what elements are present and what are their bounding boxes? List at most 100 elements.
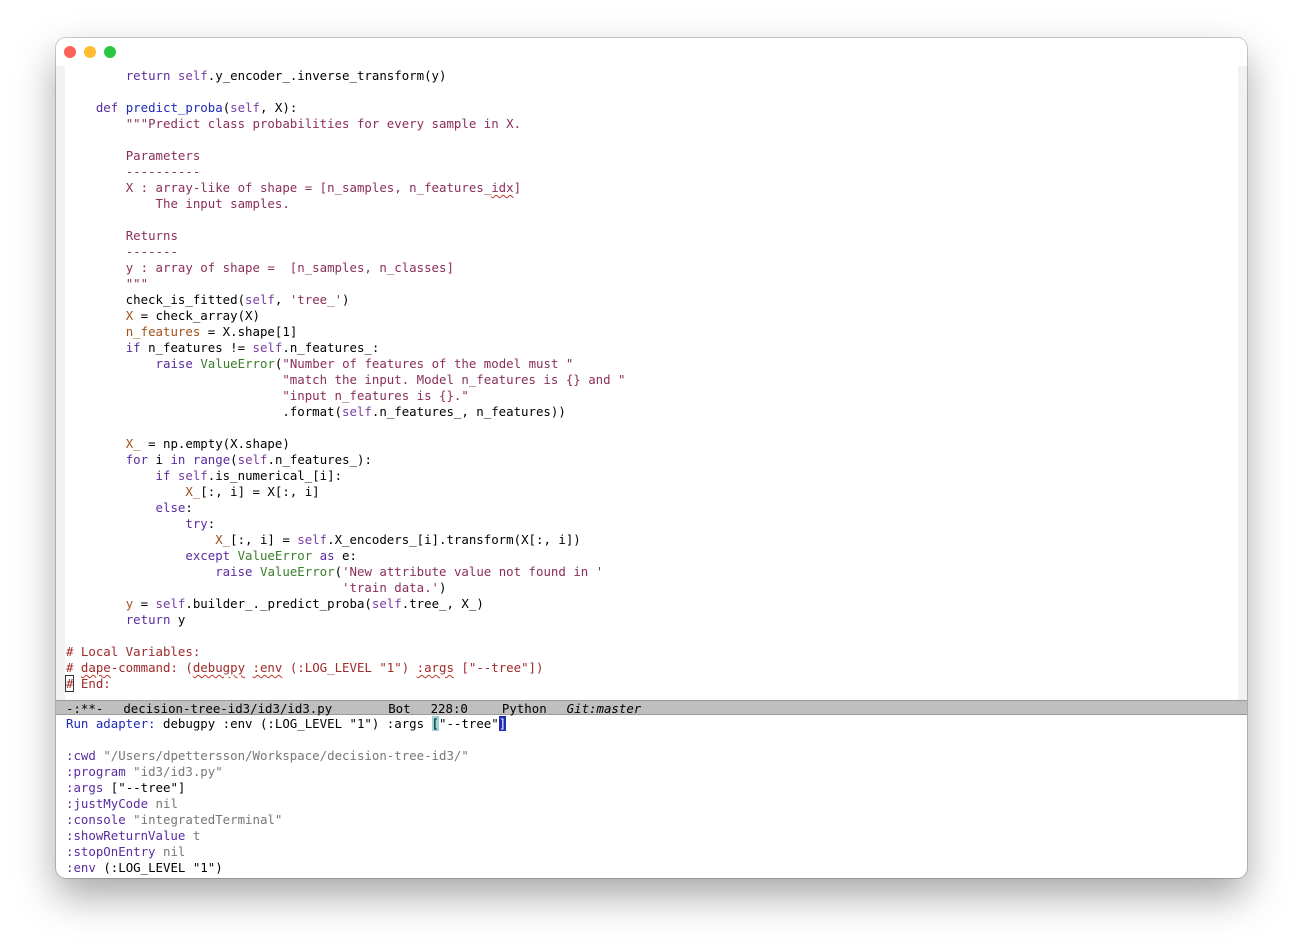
completion-item[interactable]: :console "integratedTerminal"	[66, 812, 1236, 828]
code-line[interactable]: X_[:, i] = X[:, i]	[66, 484, 1236, 500]
code-token: self	[177, 468, 208, 483]
code-line[interactable]: def predict_proba(self, X):	[66, 100, 1236, 116]
close-button[interactable]	[64, 46, 76, 58]
code-line[interactable]: X_ = np.empty(X.shape)	[66, 436, 1236, 452]
code-line[interactable]: .format(self.n_features_, n_features))	[66, 404, 1236, 420]
code-line[interactable]: -------	[66, 244, 1236, 260]
code-line[interactable]	[66, 212, 1236, 228]
code-editor[interactable]: return self .y_encoder_.inverse_transform…	[64, 68, 1236, 702]
code-token: dape	[80, 660, 111, 675]
code-line[interactable]: X : array-like of shape = [n_samples, n_…	[66, 180, 1236, 196]
code-token: (:LOG_LEVEL "1")	[282, 660, 417, 675]
code-token: ]	[513, 180, 522, 195]
code-line[interactable]: y = self.builder_._predict_proba(self.tr…	[66, 596, 1236, 612]
code-line[interactable]: The input samples.	[66, 196, 1236, 212]
code-line[interactable]: else:	[66, 500, 1236, 516]
code-token: :args	[416, 660, 454, 675]
code-token: in	[170, 452, 186, 467]
bracket-highlight-open: [	[431, 716, 440, 731]
code-line[interactable]: X = check_array(X)	[66, 308, 1236, 324]
modeline-buffer-name[interactable]: decision-tree-id3/id3/id3.py	[123, 701, 332, 716]
code-line[interactable]: except ValueError as e:	[66, 548, 1236, 564]
code-token: y : array of shape = [n_samples, n_class…	[125, 260, 454, 275]
code-token: .n_features_:	[282, 340, 380, 355]
code-line[interactable]: if n_features != self.n_features_:	[66, 340, 1236, 356]
completion-item[interactable]: :showReturnValue t	[66, 828, 1236, 844]
completion-key: :env	[66, 860, 96, 875]
code-token: #	[66, 660, 81, 675]
code-line[interactable]: "input n_features is {}."	[66, 388, 1236, 404]
code-line[interactable]: # End:	[64, 675, 1236, 692]
code-line[interactable]: X_[:, i] = self.X_encoders_[i].transform…	[66, 532, 1236, 548]
code-token: if	[125, 340, 141, 355]
completion-value: nil	[163, 844, 186, 859]
code-token: )	[342, 292, 350, 307]
code-line[interactable]: for i in range(self.n_features_):	[66, 452, 1236, 468]
code-line[interactable]: return self.y_encoder_.inverse_transform…	[66, 68, 1236, 84]
code-line[interactable]: "match the input. Model n_features is {}…	[66, 372, 1236, 388]
completion-item[interactable]: :stopOnEntry nil	[66, 844, 1236, 860]
code-line[interactable]	[66, 84, 1236, 100]
modeline-position: Bot	[388, 701, 411, 716]
completion-item[interactable]: :program "id3/id3.py"	[66, 764, 1236, 780]
code-token: ----------	[125, 164, 201, 179]
code-token: self	[371, 596, 402, 611]
code-token: -command: (	[110, 660, 193, 675]
code-line[interactable]: if self.is_numerical_[i]:	[66, 468, 1236, 484]
completion-item[interactable]: :cwd "/Users/dpettersson/Workspace/decis…	[66, 748, 1236, 764]
code-line[interactable]: raise ValueError("Number of features of …	[66, 356, 1236, 372]
code-token: [:, i] = X[:, i]	[200, 484, 320, 499]
code-line[interactable]: Returns	[66, 228, 1236, 244]
code-token: X : array-like of shape = [n_samples, n_…	[125, 180, 492, 195]
completion-item[interactable]: :args ["--tree"]	[66, 780, 1236, 796]
completion-key: :cwd	[66, 748, 96, 763]
code-line[interactable]: ----------	[66, 164, 1236, 180]
code-token: .y_encoder_.inverse_transform(y)	[207, 68, 447, 83]
right-fringe	[1238, 66, 1247, 700]
minibuffer-input[interactable]: debugpy :env (:LOG_LEVEL "1") :args	[156, 716, 432, 731]
code-line[interactable]: # dape-command: (debugpy :env (:LOG_LEVE…	[66, 660, 1236, 676]
code-token: ["--tree"])	[453, 660, 544, 675]
minibuffer-input-line[interactable]: Run adapter: debugpy :env (:LOG_LEVEL "1…	[66, 716, 1236, 732]
code-line[interactable]	[66, 628, 1236, 644]
code-line[interactable]: return y	[66, 612, 1236, 628]
code-line[interactable]	[66, 132, 1236, 148]
code-line[interactable]: try:	[66, 516, 1236, 532]
code-line[interactable]: """Predict class probabilities for every…	[66, 116, 1236, 132]
minimize-button[interactable]	[84, 46, 96, 58]
code-line[interactable]: n_features = X.shape[1]	[66, 324, 1236, 340]
code-line[interactable]: """	[66, 276, 1236, 292]
modeline-major-mode[interactable]: Python	[502, 701, 547, 716]
completion-list: :cwd "/Users/dpettersson/Workspace/decis…	[66, 748, 1236, 876]
code-line[interactable]	[66, 420, 1236, 436]
completion-item[interactable]: :env (:LOG_LEVEL "1")	[66, 860, 1236, 876]
completion-key: :args	[66, 780, 104, 795]
minibuffer[interactable]: Run adapter: debugpy :env (:LOG_LEVEL "1…	[66, 716, 1236, 876]
completion-item[interactable]: :justMyCode nil	[66, 796, 1236, 812]
modeline-vc-branch[interactable]: Git:master	[567, 701, 642, 716]
code-line[interactable]: Parameters	[66, 148, 1236, 164]
code-line[interactable]: check_is_fitted(self, 'tree_')	[66, 292, 1236, 308]
code-line[interactable]: 'train data.')	[66, 580, 1236, 596]
zoom-button[interactable]	[104, 46, 116, 58]
code-line[interactable]: raise ValueError('New attribute value no…	[66, 564, 1236, 580]
code-line[interactable]: # Local Variables:	[66, 644, 1236, 660]
code-token: :	[207, 516, 216, 531]
completion-key: :showReturnValue	[66, 828, 186, 843]
code-token: .tree_, X_)	[401, 596, 484, 611]
code-token: "input n_features is {}."	[282, 388, 469, 403]
code-line[interactable]: y : array of shape = [n_samples, n_class…	[66, 260, 1236, 276]
minibuffer-input-arg[interactable]: "--tree"	[439, 716, 499, 731]
code-token: return	[125, 612, 171, 627]
